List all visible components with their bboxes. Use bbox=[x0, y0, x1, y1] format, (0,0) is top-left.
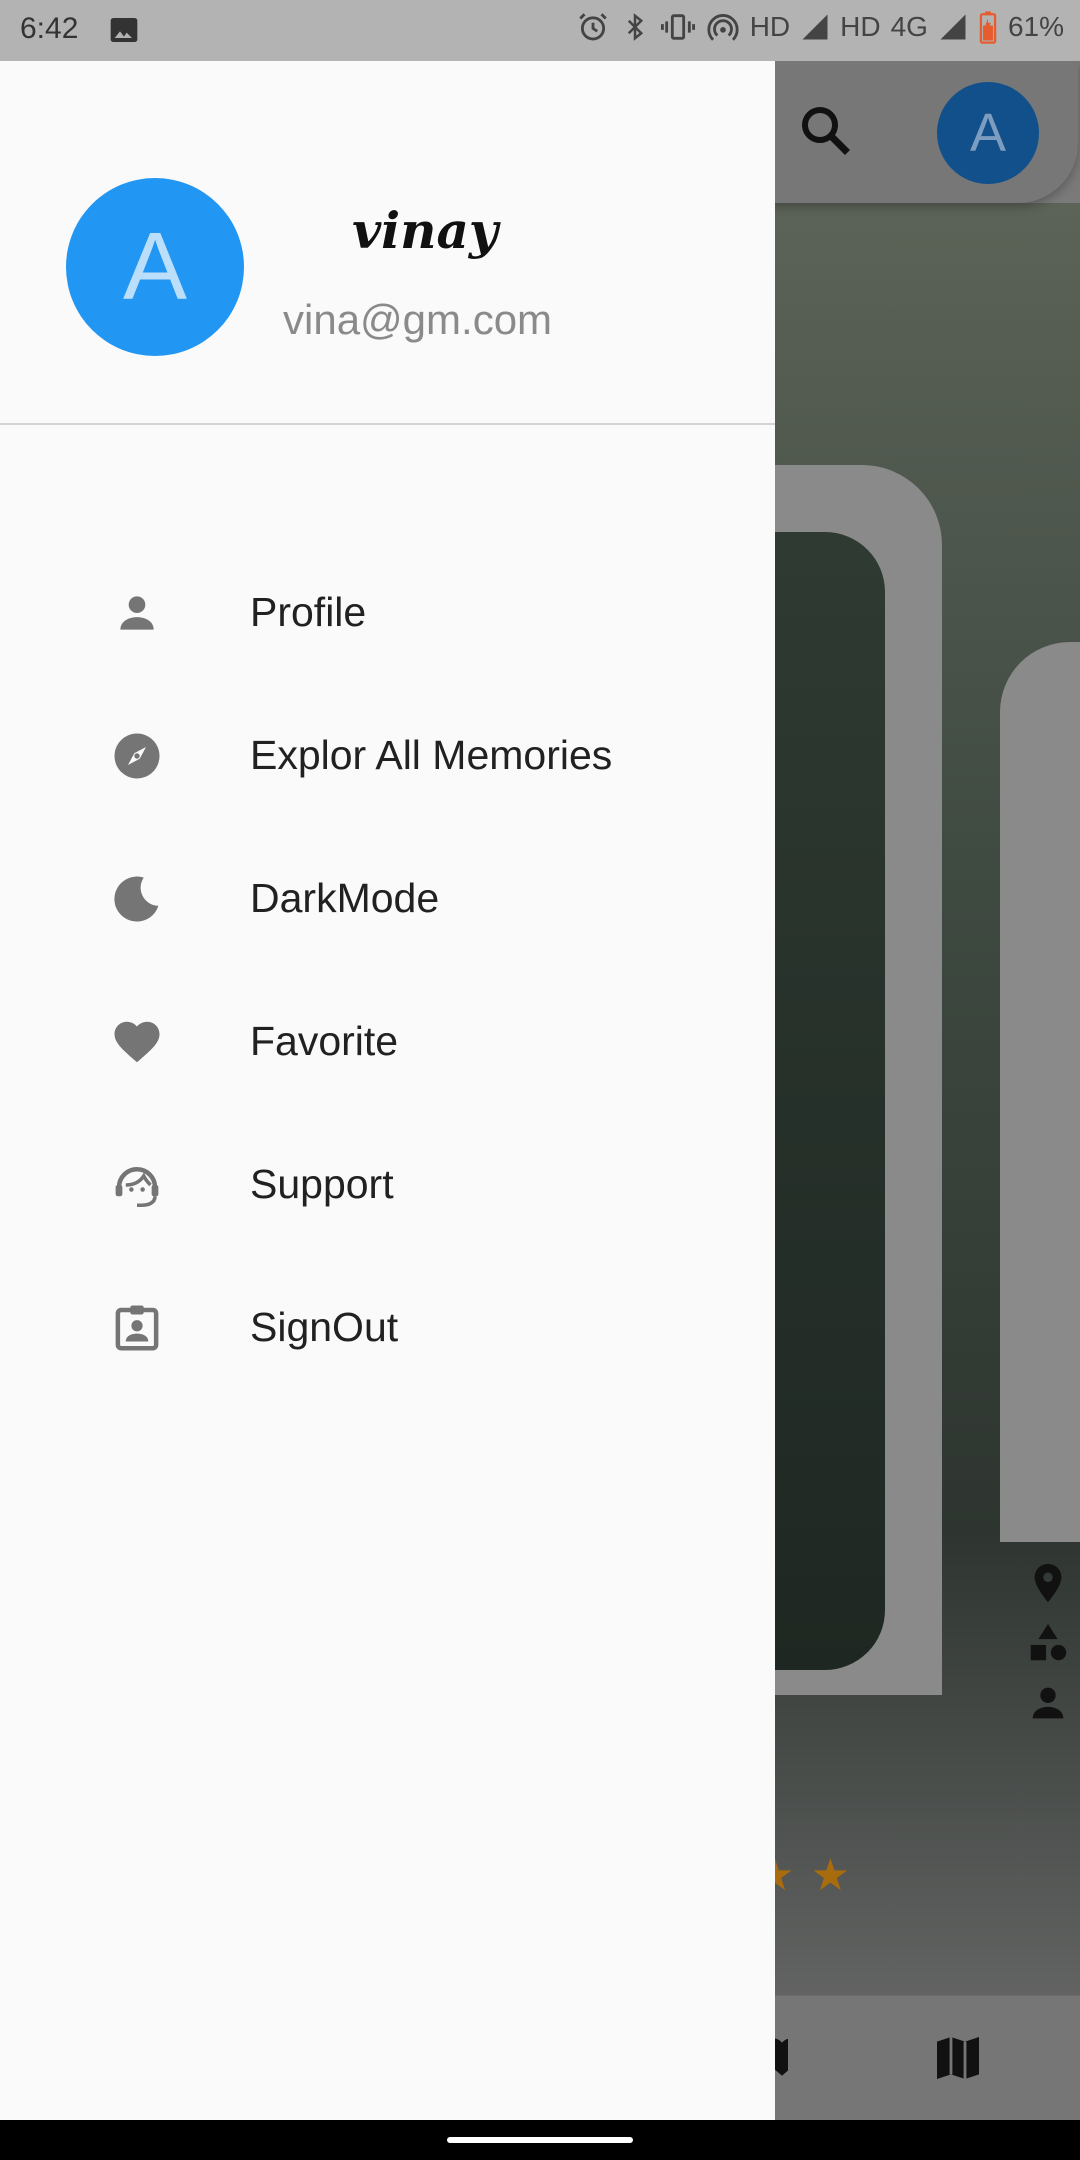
drawer-item-explore[interactable]: Explor All Memories bbox=[0, 684, 775, 827]
shapes-icon[interactable] bbox=[1025, 1620, 1071, 1666]
search-icon[interactable] bbox=[795, 100, 855, 160]
memory-card-next[interactable] bbox=[1000, 642, 1080, 1542]
drawer-item-label: Explor All Memories bbox=[250, 732, 613, 778]
network-label-1: HD bbox=[749, 11, 791, 42]
location-icon[interactable] bbox=[1025, 1560, 1071, 1606]
battery-icon bbox=[978, 10, 998, 44]
drawer-header: A vinay vina@gm.com bbox=[0, 61, 775, 425]
person-icon bbox=[108, 584, 166, 642]
drawer-menu: Profile Explor All Memories DarkMode Fav… bbox=[0, 541, 775, 1399]
drawer-item-favorite[interactable]: Favorite bbox=[0, 970, 775, 1113]
drawer-item-label: SignOut bbox=[250, 1304, 399, 1350]
drawer-item-profile[interactable]: Profile bbox=[0, 541, 775, 684]
drawer-item-label: DarkMode bbox=[250, 875, 440, 921]
home-handle[interactable] bbox=[447, 2137, 633, 2143]
navigation-drawer: A vinay vina@gm.com Profile Explor All M… bbox=[0, 61, 775, 2120]
drawer-item-label: Favorite bbox=[250, 1018, 399, 1064]
avatar[interactable]: A bbox=[66, 178, 244, 356]
drawer-item-support[interactable]: Support bbox=[0, 1113, 775, 1256]
badge-icon bbox=[108, 1299, 166, 1357]
drawer-item-darkmode[interactable]: DarkMode bbox=[0, 827, 775, 970]
map-icon[interactable] bbox=[930, 2030, 986, 2086]
drawer-item-signout[interactable]: SignOut bbox=[0, 1256, 775, 1399]
network-type: 4G bbox=[890, 11, 928, 42]
moon-icon bbox=[108, 870, 166, 928]
system-nav-bar bbox=[0, 2120, 1080, 2160]
signal-icon bbox=[938, 12, 968, 42]
status-time: 6:42 bbox=[20, 12, 79, 45]
support-agent-icon bbox=[108, 1156, 166, 1214]
network-label-2: HD bbox=[840, 11, 881, 42]
vibrate-icon bbox=[660, 10, 696, 44]
drawer-item-label: Support bbox=[250, 1161, 394, 1207]
alarm-icon bbox=[576, 10, 610, 44]
person-icon[interactable] bbox=[1025, 1680, 1071, 1726]
battery-level: 61% bbox=[1007, 11, 1064, 42]
memory-card-image bbox=[760, 532, 885, 1670]
side-icons bbox=[1025, 1560, 1075, 1740]
status-bar: 6:42 HD HD 4G 61% bbox=[0, 0, 1080, 61]
compass-icon bbox=[108, 727, 166, 785]
app-bar-avatar[interactable]: A bbox=[937, 82, 1039, 184]
bluetooth-icon bbox=[620, 10, 650, 44]
hotspot-icon bbox=[706, 10, 740, 44]
heart-icon bbox=[108, 1013, 166, 1071]
user-email: vina@gm.com bbox=[283, 296, 553, 343]
username: vinay bbox=[352, 201, 498, 260]
image-icon bbox=[108, 14, 140, 51]
signal-icon bbox=[800, 12, 830, 42]
drawer-item-label: Profile bbox=[250, 589, 367, 635]
